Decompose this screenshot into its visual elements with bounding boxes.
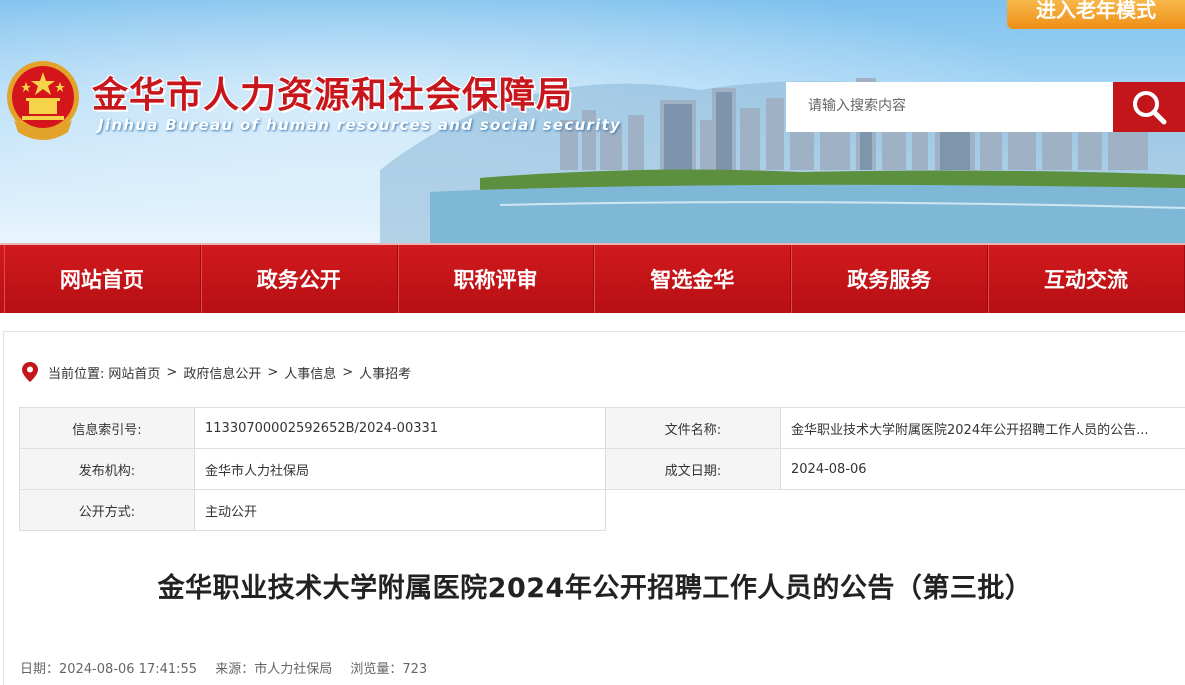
document-meta-table: 信息索引号: 11330700002592652B/2024-00331 文件名… [19, 407, 1185, 531]
content-area: 当前位置: 网站首页 > 政府信息公开 > 人事信息 > 人事招考 信息索引号:… [3, 331, 1185, 685]
written-date-label: 成文日期: [605, 448, 781, 490]
article-info: 日期：2024-08-06 17:41:55 来源：市人力社保局 浏览量：723 [20, 658, 441, 677]
site-title: 金华市人力资源和社会保障局 [92, 74, 574, 116]
file-name-value: 金华职业技术大学附属医院2024年公开招聘工作人员的公告... [780, 407, 1185, 449]
breadcrumb-separator: > [166, 364, 178, 380]
disclosure-mode-value: 主动公开 [194, 489, 606, 531]
nav-item-home[interactable]: 网站首页 [4, 245, 201, 313]
breadcrumb-separator: > [342, 364, 354, 380]
search-button[interactable] [1113, 82, 1185, 132]
article-source: 来源：市人力社保局 [215, 662, 333, 677]
main-nav: 网站首页 政务公开 职称评审 智选金华 政务服务 互动交流 [0, 243, 1185, 313]
site-subtitle: Jinhua Bureau of human resources and soc… [98, 116, 622, 134]
national-emblem-icon [7, 61, 79, 140]
article-views: 浏览量：723 [350, 662, 428, 677]
search-input[interactable] [786, 82, 1108, 130]
written-date-value: 2024-08-06 [780, 448, 1185, 490]
nav-item-talent[interactable]: 智选金华 [594, 245, 792, 313]
file-name-label: 文件名称: [605, 407, 781, 449]
breadcrumb-separator: > [267, 364, 279, 380]
meta-row: 信息索引号: 11330700002592652B/2024-00331 文件名… [19, 407, 1185, 449]
meta-row: 发布机构: 金华市人力社保局 成文日期: 2024-08-06 [19, 448, 1185, 490]
breadcrumb-gov-info[interactable]: 政府信息公开 [183, 363, 261, 382]
elder-mode-button[interactable]: 进入老年模式 [1007, 0, 1185, 29]
meta-row: 公开方式: 主动公开 [19, 489, 1185, 531]
nav-item-gov-open[interactable]: 政务公开 [201, 245, 398, 313]
location-pin-icon [22, 362, 38, 382]
breadcrumb-home[interactable]: 网站首页 [108, 363, 160, 382]
breadcrumb-recruitment[interactable]: 人事招考 [359, 363, 411, 382]
breadcrumb-prefix: 当前位置: [48, 366, 105, 382]
breadcrumb-personnel-info[interactable]: 人事信息 [284, 363, 336, 382]
article-title: 金华职业技术大学附属医院2024年公开招聘工作人员的公告（第三批） [157, 573, 1033, 604]
nav-item-gov-service[interactable]: 政务服务 [791, 245, 989, 313]
disclosure-mode-label: 公开方式: [19, 489, 195, 531]
article-date: 日期：2024-08-06 17:41:55 [20, 662, 198, 677]
breadcrumb: 当前位置: 网站首页 > 政府信息公开 > 人事信息 > 人事招考 [22, 362, 411, 382]
nav-item-title-review[interactable]: 职称评审 [398, 245, 595, 313]
header-banner: 进入老年模式 金华市人力资源和社会保障局 Jinhua Bureau of hu… [0, 0, 1185, 243]
index-number-value: 11330700002592652B/2024-00331 [194, 407, 606, 449]
index-number-label: 信息索引号: [19, 407, 195, 449]
publisher-label: 发布机构: [19, 448, 195, 490]
publisher-value: 金华市人力社保局 [194, 448, 606, 490]
nav-item-interaction[interactable]: 互动交流 [988, 245, 1185, 313]
search-box [786, 82, 1114, 132]
search-icon [1133, 91, 1167, 125]
